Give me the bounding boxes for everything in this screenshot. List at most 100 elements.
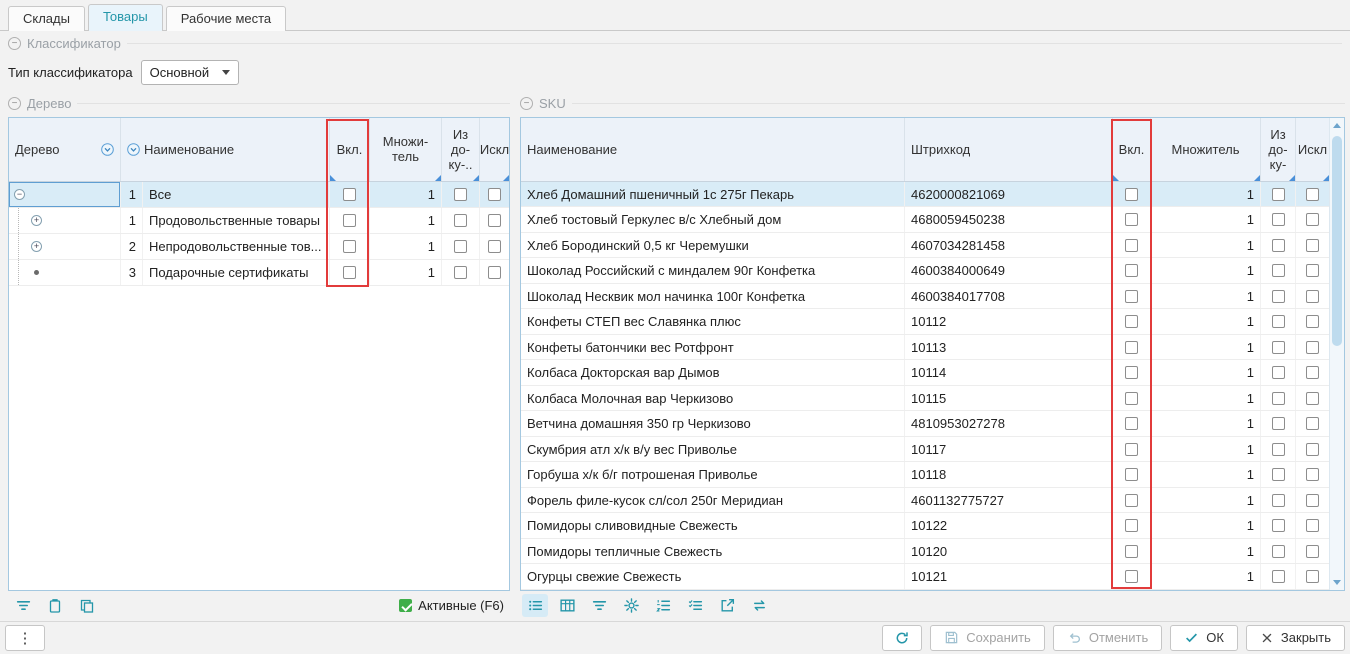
vkl-checkbox[interactable] [1125, 570, 1138, 583]
vertical-scrollbar[interactable] [1329, 118, 1344, 590]
vkl-cell[interactable] [1113, 233, 1151, 258]
save-button[interactable]: Сохранить [930, 625, 1045, 651]
vkl-checkbox[interactable] [1125, 341, 1138, 354]
checklist-icon[interactable] [682, 594, 708, 617]
filter-icon[interactable] [586, 594, 612, 617]
from-doc-checkbox[interactable] [1272, 213, 1285, 226]
copy-icon[interactable] [74, 594, 100, 617]
sku-row[interactable]: Хлеб Домашний пшеничный 1с 275г Пекарь46… [521, 182, 1329, 208]
multiplier-cell[interactable]: 1 [1151, 437, 1261, 462]
from-doc-cell[interactable] [1261, 360, 1296, 385]
vkl-checkbox[interactable] [343, 188, 356, 201]
vkl-checkbox[interactable] [1125, 468, 1138, 481]
sku-row[interactable]: Помидоры сливовидные Свежесть101221 [521, 513, 1329, 539]
open-external-icon[interactable] [714, 594, 740, 617]
from-doc-checkbox[interactable] [454, 214, 467, 227]
multiplier-cell[interactable]: 1 [1151, 182, 1261, 207]
filter-icon[interactable] [10, 594, 36, 617]
tree-cell[interactable] [9, 234, 121, 259]
multiplier-cell[interactable]: 1 [1151, 564, 1261, 589]
active-filter-toggle[interactable]: Активные (F6) [399, 598, 504, 613]
multiplier-cell[interactable]: 1 [370, 182, 442, 207]
excl-cell[interactable] [1296, 437, 1329, 462]
excl-checkbox[interactable] [1306, 443, 1319, 456]
multiplier-cell[interactable]: 1 [1151, 360, 1261, 385]
excl-cell[interactable] [1296, 539, 1329, 564]
excl-checkbox[interactable] [1306, 519, 1319, 532]
from-doc-cell[interactable] [1261, 258, 1296, 283]
excl-checkbox[interactable] [1306, 213, 1319, 226]
tree-row[interactable]: 2Непродовольственные тов...1 [9, 234, 509, 260]
tree-cell[interactable] [9, 208, 121, 233]
tab-tovary[interactable]: Товары [88, 4, 163, 31]
multiplier-cell[interactable]: 1 [370, 208, 442, 233]
vkl-cell[interactable] [1113, 513, 1151, 538]
close-button[interactable]: Закрыть [1246, 625, 1345, 651]
settings-gear-icon[interactable] [618, 594, 644, 617]
col-header-multiplier[interactable]: Множитель [1151, 118, 1261, 181]
excl-cell[interactable] [1296, 309, 1329, 334]
col-header-vkl[interactable]: Вкл. [330, 118, 370, 181]
vkl-checkbox[interactable] [1125, 417, 1138, 430]
multiplier-cell[interactable]: 1 [1151, 258, 1261, 283]
sku-row[interactable]: Хлеб тостовый Геркулес в/с Хлебный дом46… [521, 207, 1329, 233]
clipboard-icon[interactable] [42, 594, 68, 617]
sku-row[interactable]: Огурцы свежие Свежесть101211 [521, 564, 1329, 590]
col-header-from-doc[interactable]: Из до- ку-.. [442, 118, 480, 181]
excl-checkbox[interactable] [1306, 341, 1319, 354]
excl-cell[interactable] [1296, 462, 1329, 487]
scroll-up-icon[interactable] [1330, 118, 1344, 133]
cancel-button[interactable]: Отменить [1053, 625, 1162, 651]
tree-collapse-icon[interactable] [14, 189, 25, 200]
vkl-cell[interactable] [1113, 360, 1151, 385]
sku-row[interactable]: Форель филе-кусок сл/сол 250г Меридиан46… [521, 488, 1329, 514]
excl-cell[interactable] [1296, 182, 1329, 207]
excl-checkbox[interactable] [1306, 290, 1319, 303]
excl-cell[interactable] [1296, 564, 1329, 589]
excl-cell[interactable] [1296, 488, 1329, 513]
sort-icon[interactable] [101, 143, 114, 156]
vkl-checkbox[interactable] [1125, 443, 1138, 456]
excl-checkbox[interactable] [1306, 545, 1319, 558]
from-doc-cell[interactable] [1261, 182, 1296, 207]
from-doc-cell[interactable] [1261, 309, 1296, 334]
from-doc-cell[interactable] [442, 208, 480, 233]
ok-button[interactable]: ОК [1170, 625, 1238, 651]
vkl-cell[interactable] [1113, 488, 1151, 513]
from-doc-cell[interactable] [1261, 462, 1296, 487]
excl-checkbox[interactable] [1306, 392, 1319, 405]
classifier-type-select[interactable]: Основной [141, 60, 239, 85]
vkl-cell[interactable] [1113, 437, 1151, 462]
sku-row[interactable]: Колбаса Докторская вар Дымов101141 [521, 360, 1329, 386]
multiplier-cell[interactable]: 1 [1151, 207, 1261, 232]
from-doc-cell[interactable] [1261, 233, 1296, 258]
vkl-checkbox[interactable] [343, 214, 356, 227]
vkl-checkbox[interactable] [1125, 519, 1138, 532]
sku-row[interactable]: Помидоры тепличные Свежесть101201 [521, 539, 1329, 565]
from-doc-checkbox[interactable] [1272, 264, 1285, 277]
excl-cell[interactable] [1296, 360, 1329, 385]
multiplier-cell[interactable]: 1 [1151, 386, 1261, 411]
excl-cell[interactable] [1296, 335, 1329, 360]
from-doc-checkbox[interactable] [1272, 545, 1285, 558]
excl-checkbox[interactable] [1306, 315, 1319, 328]
excl-checkbox[interactable] [1306, 188, 1319, 201]
from-doc-cell[interactable] [442, 234, 480, 259]
tree-expand-icon[interactable] [31, 241, 42, 252]
active-checkbox[interactable] [399, 599, 412, 612]
vkl-cell[interactable] [1113, 564, 1151, 589]
from-doc-cell[interactable] [1261, 284, 1296, 309]
excl-cell[interactable] [1296, 513, 1329, 538]
sku-row[interactable]: Шоколад Российский с миндалем 90г Конфет… [521, 258, 1329, 284]
from-doc-cell[interactable] [1261, 513, 1296, 538]
sync-icon[interactable] [746, 594, 772, 617]
excl-cell[interactable] [1296, 207, 1329, 232]
tree-expand-icon[interactable] [31, 215, 42, 226]
excl-checkbox[interactable] [488, 188, 501, 201]
col-header-multiplier[interactable]: Множи- тель [370, 118, 442, 181]
excl-cell[interactable] [480, 208, 509, 233]
excl-checkbox[interactable] [1306, 366, 1319, 379]
excl-checkbox[interactable] [488, 240, 501, 253]
vkl-cell[interactable] [1113, 258, 1151, 283]
vkl-cell[interactable] [330, 182, 370, 207]
